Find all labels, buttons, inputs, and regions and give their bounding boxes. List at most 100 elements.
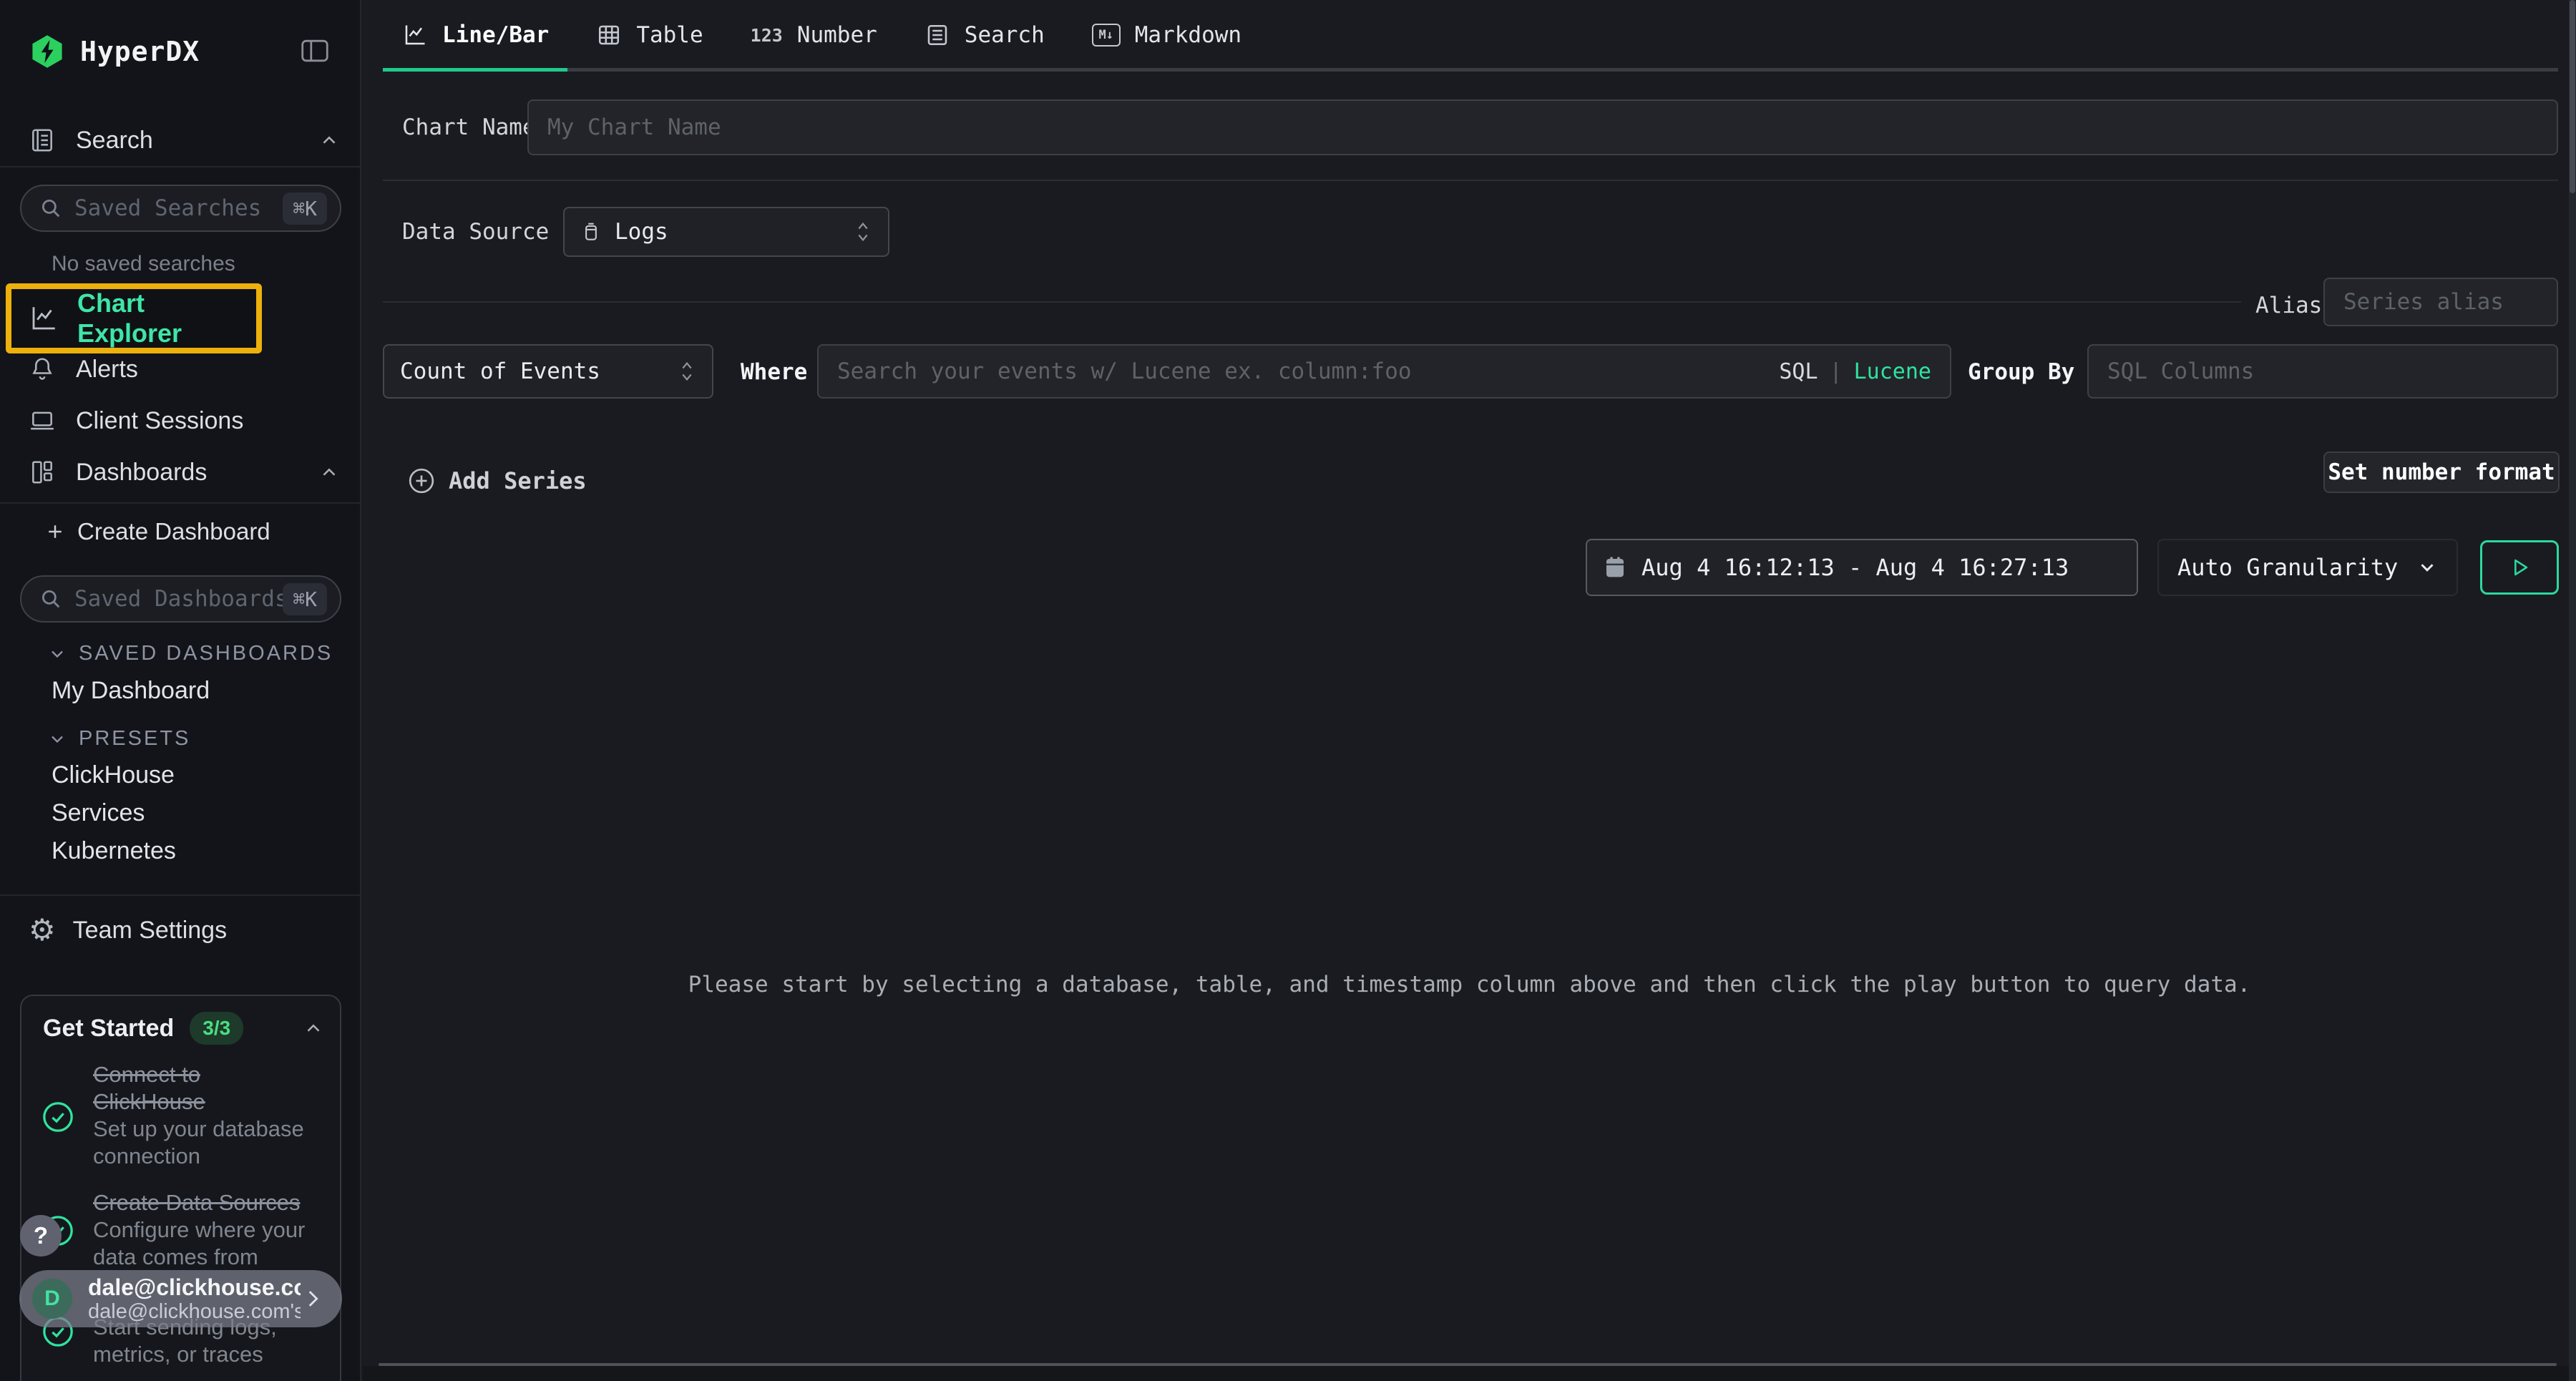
task-description: data comes from — [93, 1244, 322, 1271]
table-icon — [596, 22, 622, 48]
group-by-input[interactable] — [2087, 344, 2558, 399]
active-tab-underline — [383, 68, 567, 72]
chevron-down-icon — [47, 729, 67, 749]
profile-text: dale@clickhouse.com dale@clickhouse.com'… — [88, 1274, 301, 1324]
get-started-item[interactable]: Create Data Sources Configure where your… — [93, 1189, 322, 1271]
time-range-picker[interactable]: Aug 4 16:12:13 - Aug 4 16:27:13 — [1586, 539, 2138, 596]
hyperdx-logo-icon — [29, 33, 66, 70]
task-description: connection — [93, 1143, 322, 1170]
tab-label: Number — [797, 22, 877, 48]
aggregation-select[interactable]: Count of Events — [383, 344, 713, 399]
section-label: SAVED DASHBOARDS — [79, 642, 333, 665]
line-chart-icon — [29, 303, 59, 333]
data-source-value: Logs — [615, 219, 668, 245]
sidebar-item-kubernetes[interactable]: Kubernetes — [52, 837, 176, 865]
data-source-select[interactable]: Logs — [563, 207, 889, 257]
tab-table[interactable]: Table — [596, 22, 703, 48]
dashboards-icon — [29, 459, 56, 486]
tab-label: Line/Bar — [442, 22, 549, 48]
scrollbar-thumb[interactable] — [2570, 0, 2575, 193]
bottom-panel — [363, 1366, 2576, 1381]
granularity-value: Auto Granularity — [2177, 554, 2398, 581]
sidebar-item-team-settings[interactable]: ⚙ Team Settings — [29, 910, 340, 950]
query-language-toggle: SQL | Lucene — [1779, 344, 1931, 399]
scrollbar[interactable] — [2569, 0, 2576, 1381]
sidebar-item-client-sessions[interactable]: Client Sessions — [29, 401, 340, 441]
question-icon: ? — [34, 1222, 48, 1249]
chart-explorer-page: Line/Bar Table 123 Number Search M↓ Ma — [363, 0, 2576, 1381]
create-dashboard-button[interactable]: Create Dashboard — [44, 518, 270, 545]
chevron-down-icon — [2416, 557, 2438, 578]
markdown-icon: M↓ — [1092, 24, 1121, 47]
divider — [0, 502, 361, 504]
no-saved-searches-text: No saved searches — [52, 252, 235, 276]
set-number-format-button[interactable]: Set number format — [2323, 452, 2560, 493]
profile-name: dale@clickhouse.com — [88, 1274, 301, 1300]
series-alias-input[interactable] — [2323, 278, 2558, 326]
sidebar-item-dashboards[interactable]: Dashboards — [29, 452, 340, 492]
tab-number[interactable]: 123 Number — [751, 22, 877, 48]
time-range-value: Aug 4 16:12:13 - Aug 4 16:27:13 — [1641, 554, 2069, 581]
gear-icon: ⚙ — [29, 915, 56, 945]
divider — [379, 1363, 2557, 1366]
task-description: metrics, or traces — [93, 1341, 322, 1368]
divider — [0, 894, 361, 896]
presets-section-header[interactable]: PRESETS — [47, 727, 190, 751]
chevron-up-icon[interactable] — [318, 130, 340, 151]
saved-searches-input[interactable]: Saved Searches ⌘K — [20, 185, 341, 232]
divider — [0, 166, 361, 167]
user-profile-button[interactable]: D dale@clickhouse.com dale@clickhouse.co… — [19, 1270, 342, 1327]
hyperdx-app: HyperDX Search Saved Search — [0, 0, 2576, 1381]
profile-subtitle: dale@clickhouse.com's — [88, 1300, 301, 1324]
saved-dashboards-placeholder: Saved Dashboards — [74, 586, 283, 612]
task-title: Create Data Sources — [93, 1189, 322, 1216]
tab-line-bar[interactable]: Line/Bar — [402, 22, 549, 48]
get-started-item[interactable]: Connect to ClickHouse Set up your databa… — [93, 1061, 322, 1170]
group-by-label: Group By — [1968, 359, 2074, 385]
get-started-header[interactable]: Get Started 3/3 — [43, 1012, 324, 1045]
sidebar-item-search[interactable]: Search — [29, 120, 340, 160]
help-button[interactable]: ? — [20, 1215, 62, 1256]
check-circle-icon — [42, 1101, 74, 1133]
chart-type-tabs: Line/Bar Table 123 Number Search M↓ Ma — [402, 0, 1289, 70]
select-chevrons-icon — [854, 220, 872, 244]
add-series-button[interactable]: Add Series — [407, 467, 587, 495]
line-bar-icon — [402, 22, 428, 48]
create-dashboard-label: Create Dashboard — [77, 518, 270, 545]
tab-markdown[interactable]: M↓ Markdown — [1092, 22, 1241, 48]
plus-circle-icon — [407, 467, 436, 495]
toggle-separator: | — [1830, 359, 1843, 384]
sidebar-item-chart-explorer[interactable]: Chart Explorer — [6, 283, 262, 353]
empty-state-message: Please start by selecting a database, ta… — [363, 972, 2576, 997]
sidebar-item-label: Team Settings — [73, 917, 227, 945]
saved-searches-placeholder: Saved Searches — [74, 195, 283, 221]
chevron-up-icon[interactable] — [303, 1018, 324, 1039]
where-input-group: SQL | Lucene — [817, 344, 1951, 399]
calendar-icon — [1604, 556, 1626, 579]
sidebar-item-alerts[interactable]: Alerts — [29, 349, 340, 389]
sidebar-item-label: Dashboards — [76, 459, 207, 487]
sidebar-item-services[interactable]: Services — [52, 799, 145, 827]
tab-label: Search — [965, 22, 1045, 48]
chart-name-input[interactable] — [527, 99, 2558, 155]
sidebar-item-my-dashboard[interactable]: My Dashboard — [52, 677, 210, 705]
tab-label: Table — [636, 22, 703, 48]
chevron-up-icon[interactable] — [318, 462, 340, 483]
tab-search[interactable]: Search — [924, 22, 1045, 48]
database-icon — [580, 221, 602, 243]
task-description: Set up your database — [93, 1116, 322, 1143]
sql-toggle[interactable]: SQL — [1779, 359, 1818, 384]
run-query-button[interactable] — [2480, 540, 2559, 595]
where-label: Where — [741, 359, 807, 385]
brand-header: HyperDX — [29, 31, 200, 72]
saved-dashboards-section-header[interactable]: SAVED DASHBOARDS — [47, 642, 333, 665]
saved-dashboards-input[interactable]: Saved Dashboards ⌘K — [20, 575, 341, 623]
sidebar-collapse-icon[interactable] — [300, 37, 330, 64]
lucene-toggle[interactable]: Lucene — [1854, 359, 1931, 384]
search-nav-icon — [29, 127, 56, 154]
data-source-label: Data Source — [402, 219, 549, 245]
granularity-select[interactable]: Auto Granularity — [2157, 539, 2458, 596]
sidebar-item-clickhouse[interactable]: ClickHouse — [52, 761, 175, 789]
play-icon — [2507, 555, 2532, 580]
progress-badge: 3/3 — [190, 1012, 243, 1045]
